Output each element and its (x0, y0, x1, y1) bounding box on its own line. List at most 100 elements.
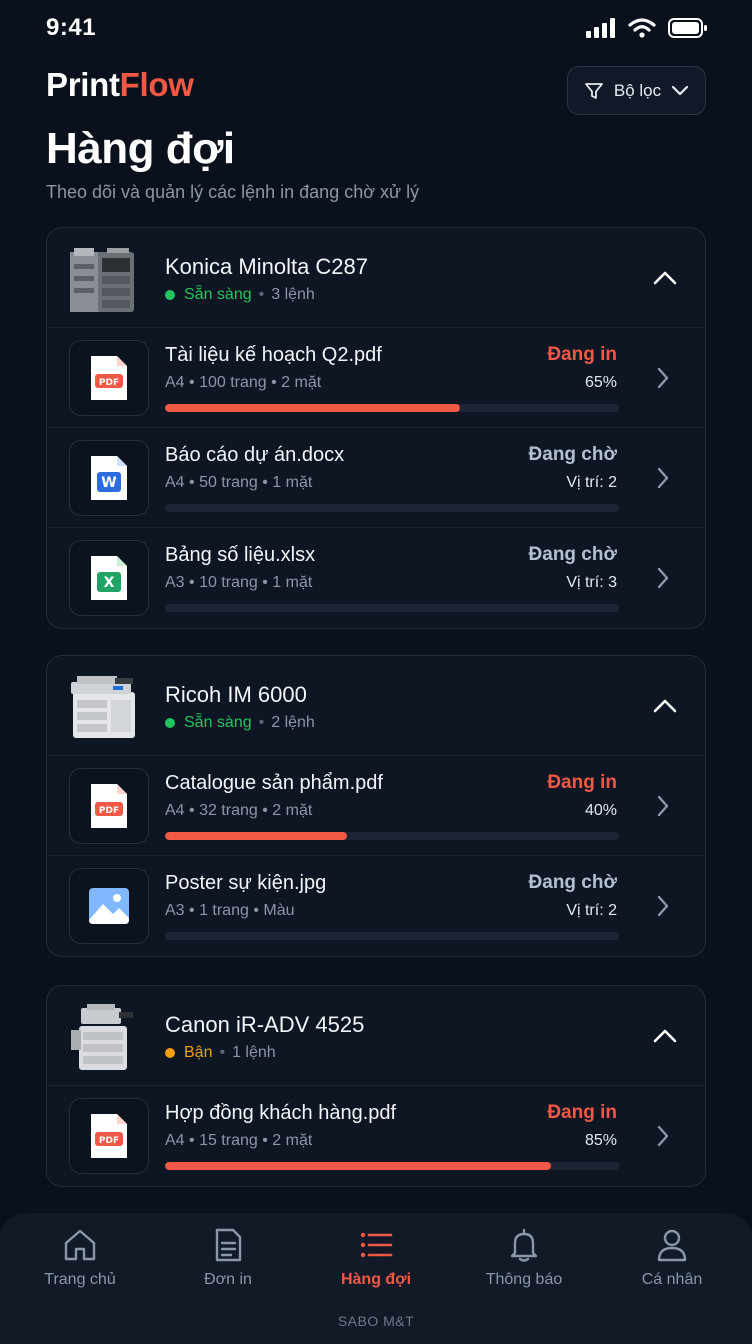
printer-status: Bận (184, 1044, 213, 1061)
job-status: Đang in (547, 344, 617, 365)
job-row[interactable]: PDF Tài liệu kế hoạch Q2.pdf A4 • 100 tr… (47, 328, 705, 428)
printer-card: Konica Minolta C287 Sẵn sàng • 3 lệnh PD… (46, 227, 706, 629)
nav-label: Trang chủ (44, 1271, 116, 1288)
signal-icon (586, 18, 615, 38)
filter-label: Bộ lọc (613, 80, 662, 100)
chevron-up-icon (653, 271, 677, 285)
nav-item-queue[interactable]: Hàng đợi (311, 1227, 441, 1289)
job-name: Catalogue sản phẩm.pdf (165, 772, 383, 794)
nav-label: Cá nhân (641, 1271, 703, 1288)
job-name: Tài liệu kế hoạch Q2.pdf (165, 344, 382, 366)
file-tile (69, 868, 149, 944)
collapse-button[interactable] (649, 262, 681, 294)
job-count: 1 lệnh (232, 1044, 276, 1061)
job-position: Vị trí: 2 (566, 474, 617, 491)
chevron-down-icon (672, 85, 689, 95)
printer-status: Sẵn sàng (184, 714, 252, 731)
job-row[interactable]: PDF Hợp đồng khách hàng.pdf A4 • 15 tran… (47, 1086, 705, 1186)
job-name: Poster sự kiện.jpg (165, 872, 327, 894)
document-icon (215, 1228, 242, 1262)
chevron-up-icon (653, 699, 677, 713)
printer-meta: Sẵn sàng • 3 lệnh (165, 286, 315, 304)
progress-fill (165, 832, 347, 840)
page-title: Hàng đợi (46, 124, 235, 173)
status-dot (165, 718, 175, 728)
printer-image (70, 248, 134, 312)
printer-header[interactable]: Canon iR-ADV 4525 Bận • 1 lệnh (47, 986, 705, 1086)
user-icon (657, 1229, 687, 1262)
svg-text:PDF: PDF (99, 378, 119, 388)
file-tile: X (69, 540, 149, 616)
printer-name: Ricoh IM 6000 (165, 682, 307, 707)
printer-name: Canon iR-ADV 4525 (165, 1012, 365, 1037)
status-dot (165, 290, 175, 300)
footer-brand: SABO M&T (337, 1313, 415, 1329)
collapse-button[interactable] (649, 690, 681, 722)
progress-bar (165, 1162, 619, 1170)
printer-header[interactable]: Konica Minolta C287 Sẵn sàng • 3 lệnh (47, 228, 705, 328)
collapse-button[interactable] (649, 1020, 681, 1052)
nav-label: Thông báo (485, 1271, 563, 1288)
printer-meta: Bận • 1 lệnh (165, 1044, 276, 1062)
job-progress-text: 65% (584, 374, 617, 391)
filter-button[interactable]: Bộ lọc (567, 66, 706, 115)
chevron-up-icon (653, 1029, 677, 1043)
printer-name: Konica Minolta C287 (165, 254, 369, 279)
svg-text:PDF: PDF (99, 1136, 119, 1146)
svg-text:PDF: PDF (99, 806, 119, 816)
job-row[interactable]: X Bảng số liệu.xlsx A3 • 10 trang • 1 mặ… (47, 528, 705, 628)
printer-status: Sẵn sàng (184, 286, 252, 303)
job-progress-text: 85% (584, 1132, 617, 1149)
printer-header[interactable]: Ricoh IM 6000 Sẵn sàng • 2 lệnh (47, 656, 705, 756)
progress-fill (165, 404, 461, 412)
progress-bar (165, 604, 619, 612)
progress-bar (165, 832, 619, 840)
job-row[interactable]: Poster sự kiện.jpg A3 • 1 trang • Màu Đa… (47, 856, 705, 956)
word-icon: W (91, 456, 127, 500)
printer-image (71, 676, 135, 738)
file-tile: PDF (69, 768, 149, 844)
job-meta: A4 • 50 trang • 1 mặt (165, 474, 313, 491)
job-name: Hợp đồng khách hàng.pdf (165, 1102, 397, 1124)
job-status: Đang chờ (528, 872, 617, 893)
nav-item-home[interactable]: Trang chủ (15, 1227, 145, 1289)
job-status: Đang in (547, 1102, 617, 1123)
app-logo: PrintFlow (46, 66, 194, 104)
job-meta: A4 • 100 trang • 2 mặt (165, 374, 322, 391)
job-meta: A3 • 1 trang • Màu (165, 902, 295, 919)
file-tile: PDF (69, 340, 149, 416)
job-meta: A4 • 32 trang • 2 mặt (165, 802, 313, 819)
job-count: 2 lệnh (271, 714, 315, 731)
svg-text:X: X (104, 575, 115, 591)
job-row[interactable]: W Báo cáo dự án.docx A4 • 50 trang • 1 m… (47, 428, 705, 528)
home-icon (64, 1229, 96, 1261)
excel-icon: X (91, 556, 127, 600)
job-count: 3 lệnh (271, 286, 315, 303)
image-icon (89, 888, 129, 924)
chevron-right-icon (657, 795, 669, 817)
job-status: Đang chờ (528, 444, 617, 465)
bell-icon (510, 1228, 538, 1262)
job-name: Bảng số liệu.xlsx (165, 544, 316, 566)
chevron-right-icon (657, 567, 669, 589)
nav-item-orders[interactable]: Đơn in (163, 1227, 293, 1289)
nav-item-profile[interactable]: Cá nhân (607, 1227, 737, 1289)
status-icons (586, 18, 708, 38)
chevron-right-icon (657, 1125, 669, 1147)
job-row[interactable]: PDF Catalogue sản phẩm.pdf A4 • 32 trang… (47, 756, 705, 856)
filter-icon (584, 82, 603, 99)
chevron-right-icon (657, 895, 669, 917)
page-subtitle: Theo dõi và quản lý các lệnh in đang chờ… (46, 182, 420, 202)
progress-bar (165, 404, 619, 412)
pdf-icon: PDF (91, 1114, 127, 1158)
nav-item-notifications[interactable]: Thông báo (459, 1227, 589, 1289)
file-tile: W (69, 440, 149, 516)
queue-list-icon (360, 1232, 393, 1258)
job-progress-text: 40% (584, 802, 617, 819)
progress-bar (165, 932, 619, 940)
status-time: 9:41 (46, 14, 97, 41)
logo-part-flow: Flow (119, 66, 194, 103)
nav-label: Hàng đợi (340, 1271, 412, 1288)
battery-icon (668, 18, 707, 38)
chevron-right-icon (657, 367, 669, 389)
